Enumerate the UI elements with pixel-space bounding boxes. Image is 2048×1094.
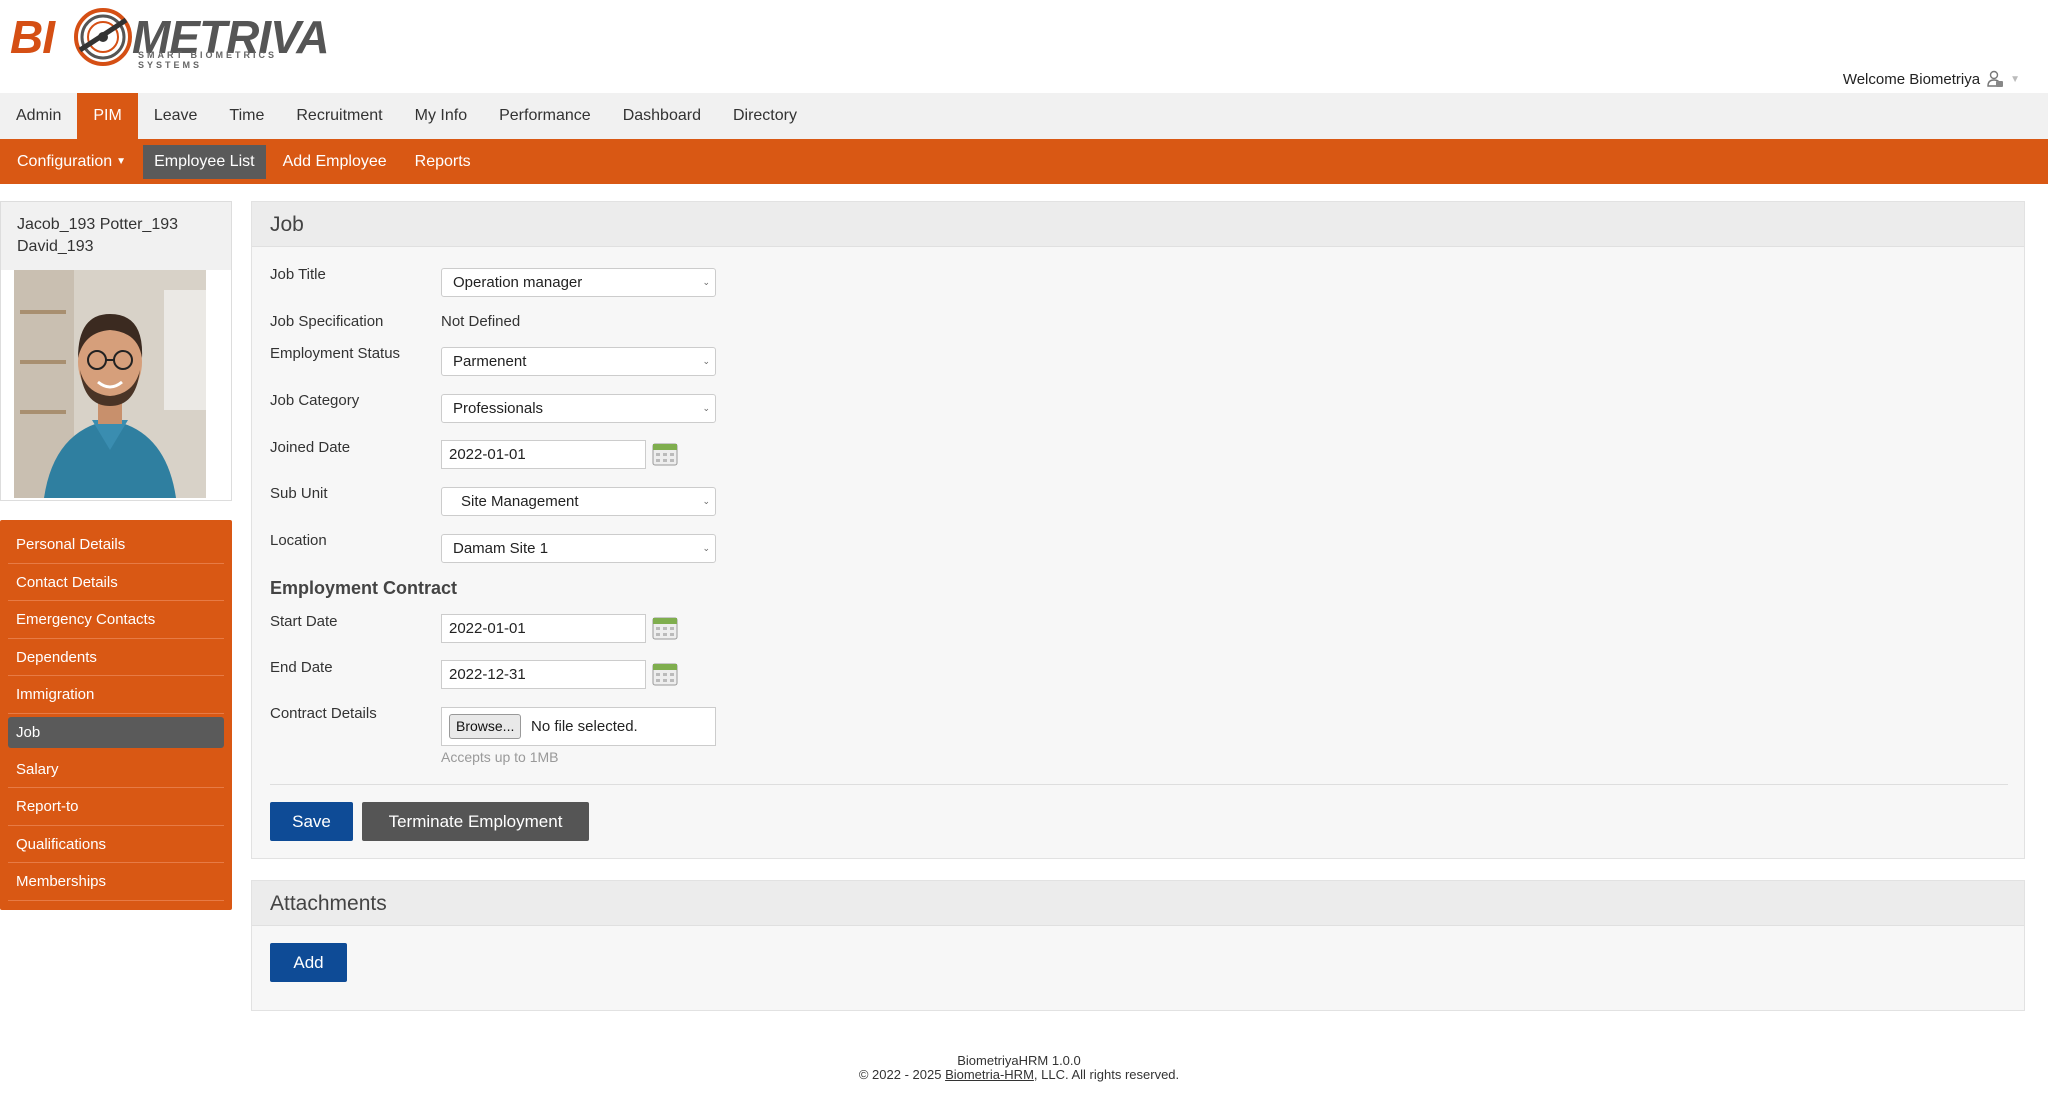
start-date-label: Start Date [270,613,338,630]
submenu-reports[interactable]: Reports [404,145,482,179]
chevron-down-icon: ⌄ [702,277,710,287]
tab-my-info[interactable]: My Info [399,93,483,139]
tab-dashboard[interactable]: Dashboard [607,93,717,139]
header: BI METRIVA SMART BIOMETRICS SYSTEMS Welc… [0,0,2048,93]
job-spec-label: Job Specification [270,313,384,330]
sub-unit-value: Site Management [461,493,579,510]
footer-copyright: © 2022 - 2025 Biometria-HRM, LLC. All ri… [0,1068,2038,1082]
footer-version: BiometriyaHRM 1.0.0 [957,1053,1081,1068]
calendar-icon[interactable] [652,660,678,686]
sidebar-item-salary[interactable]: Salary [8,751,224,788]
tab-pim[interactable]: PIM [77,93,138,139]
tab-performance[interactable]: Performance [483,93,607,139]
footer-copyright-suffix: , LLC. All rights reserved. [1033,1067,1180,1082]
end-date-label: End Date [270,659,333,676]
submenu-employee-list[interactable]: Employee List [143,144,266,179]
employment-contract-heading: Employment Contract [270,578,458,598]
location-value: Damam Site 1 [453,540,549,557]
employee-name-line1: Jacob_193 Potter_193 [17,216,179,233]
job-panel: Job Job Title Operation manager ⌄ Job Sp… [251,201,2025,859]
logo-wheel-icon [74,8,132,66]
employee-sidebar-menu: Personal Details Contact Details Emergen… [0,520,232,910]
start-date-input[interactable]: 2022-01-01 [441,614,646,643]
tab-admin[interactable]: Admin [0,93,77,139]
submenu-add-employee[interactable]: Add Employee [272,145,398,179]
logo-text-left: BI [10,11,55,63]
tab-directory[interactable]: Directory [717,93,813,139]
footer-copyright-prefix: © 2022 - 2025 [858,1067,942,1082]
employee-photo-image [14,270,206,498]
add-attachment-button[interactable]: Add [270,943,347,982]
submenu-configuration[interactable]: Configuration ▼ [6,145,137,179]
sidebar-item-qualifications[interactable]: Qualifications [8,826,224,863]
file-status-text: No file selected. [531,718,638,735]
employee-name: Jacob_193 Potter_193 David_193 [1,202,231,270]
sidebar-item-report-to[interactable]: Report-to [8,788,224,826]
job-spec-value: Not Defined [441,313,521,330]
calendar-icon[interactable] [652,614,678,640]
save-button[interactable]: Save [270,802,353,841]
chevron-down-icon: ⌄ [702,496,710,506]
sidebar-item-immigration[interactable]: Immigration [8,676,224,714]
job-title-label: Job Title [270,266,326,283]
welcome-menu[interactable]: Welcome Biometriya ▼ [1843,70,2020,88]
browse-button[interactable]: Browse... [449,714,522,739]
employment-status-label: Employment Status [270,345,401,362]
logo-tagline: SMART BIOMETRICS SYSTEMS [138,50,277,70]
chevron-down-icon: ⌄ [702,403,710,413]
calendar-icon[interactable] [652,440,678,466]
file-size-hint: Accepts up to 1MB [441,749,559,765]
employee-name-line2: David_193 [17,238,94,255]
employee-profile-card: Jacob_193 Potter_193 David_193 [0,201,232,501]
job-title-value: Operation manager [453,274,583,291]
job-title-select[interactable]: Operation manager ⌄ [441,268,716,297]
job-category-value: Professionals [453,400,544,417]
submenu-configuration-label: Configuration [17,152,113,170]
chevron-down-icon[interactable]: ▼ [2010,74,2020,85]
chevron-down-icon: ⌄ [702,543,710,553]
sub-unit-select[interactable]: Site Management ⌄ [441,487,716,516]
welcome-text[interactable]: Welcome Biometriya [1843,71,1980,88]
sidebar-item-emergency-contacts[interactable]: Emergency Contacts [8,601,224,639]
divider [270,784,2008,785]
joined-date-label: Joined Date [270,439,351,456]
sidebar-item-job[interactable]: Job [8,716,224,748]
job-category-select[interactable]: Professionals ⌄ [441,394,716,423]
location-select[interactable]: Damam Site 1 ⌄ [441,534,716,563]
contract-details-label: Contract Details [270,705,377,722]
job-category-label: Job Category [270,392,360,409]
sub-unit-label: Sub Unit [270,485,328,502]
tab-recruitment[interactable]: Recruitment [280,93,398,139]
joined-date-input[interactable]: 2022-01-01 [441,440,646,469]
chevron-down-icon: ▼ [116,155,127,167]
company-logo[interactable]: BI METRIVA SMART BIOMETRICS SYSTEMS [10,6,340,72]
employment-status-value: Parmenent [453,353,527,370]
attachments-title: Attachments [252,881,2024,926]
tab-leave[interactable]: Leave [138,93,214,139]
contract-file-input[interactable]: Browse... No file selected. [441,707,716,746]
tab-time[interactable]: Time [213,93,280,139]
sidebar-item-contact-details[interactable]: Contact Details [8,564,224,601]
job-panel-title: Job [252,202,2024,247]
terminate-employment-button[interactable]: Terminate Employment [362,802,589,841]
end-date-input[interactable]: 2022-12-31 [441,660,646,689]
footer-company-link[interactable]: Biometria-HRM [945,1067,1034,1082]
main-menu: Admin PIM Leave Time Recruitment My Info… [0,93,2048,139]
employment-status-select[interactable]: Parmenent ⌄ [441,347,716,376]
sidebar-item-personal-details[interactable]: Personal Details [8,526,224,564]
sidebar-item-memberships[interactable]: Memberships [8,863,224,901]
footer: BiometriyaHRM 1.0.0 © 2022 - 2025 Biomet… [0,1054,2038,1082]
chevron-down-icon: ⌄ [702,356,710,366]
sub-menu: Configuration ▼ Employee List Add Employe… [0,139,2048,184]
employee-photo[interactable] [14,270,206,498]
location-label: Location [270,532,327,549]
sidebar-item-dependents[interactable]: Dependents [8,639,224,676]
attachments-panel: Attachments Add [251,880,2025,1011]
user-lock-icon[interactable] [1986,70,2004,88]
